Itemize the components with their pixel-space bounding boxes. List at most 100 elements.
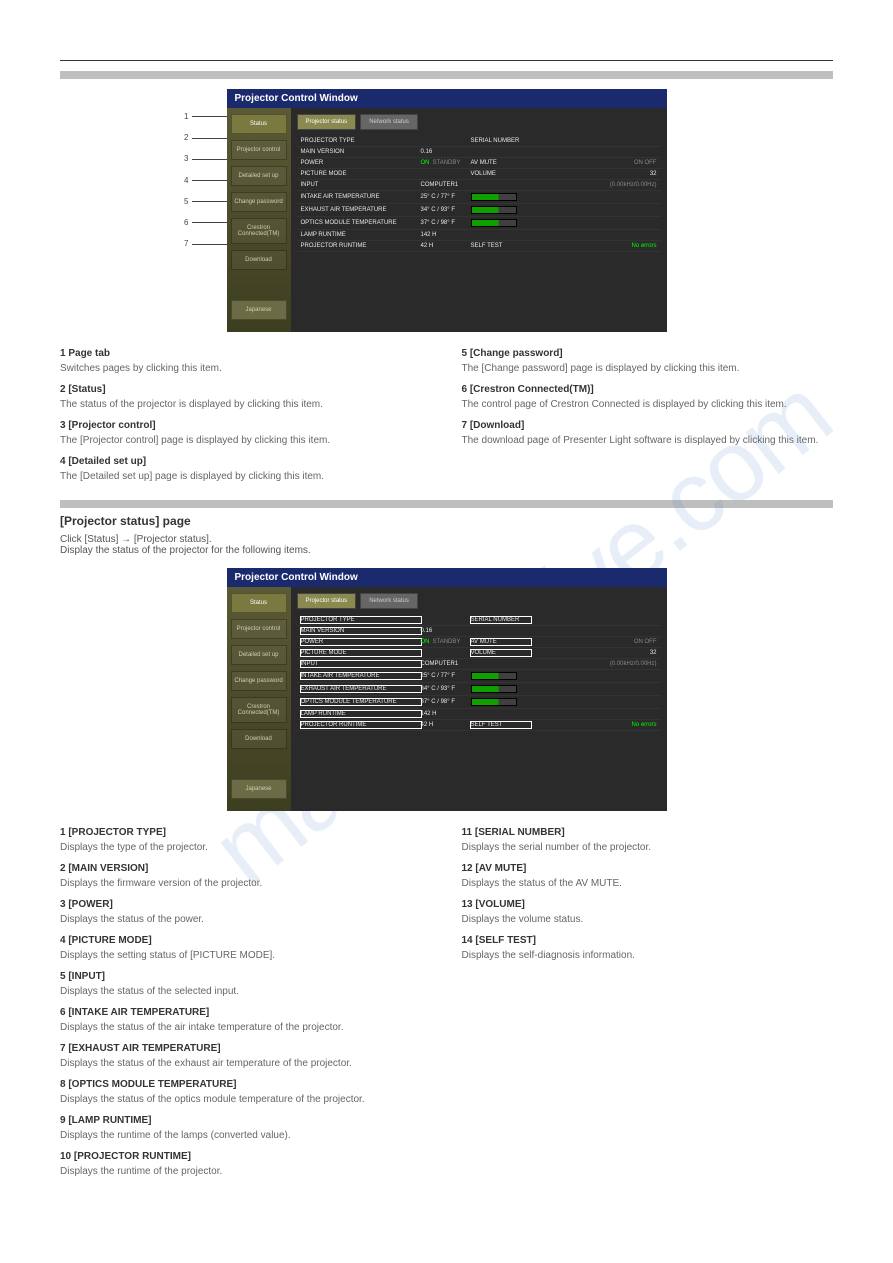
desc-item-12: 12 [AV MUTE]Displays the status of the A…	[462, 861, 834, 891]
picture-mode-label-2: PICTURE MODE	[301, 650, 421, 656]
tabs: Projector status Network status	[297, 114, 661, 130]
sidebar-item-language[interactable]: Japanese	[231, 300, 287, 320]
status-table: PROJECTOR TYPESERIAL NUMBER MAIN VERSION…	[297, 136, 661, 252]
callout-1: 1	[184, 111, 232, 122]
intake-temp-label-2: INTAKE AIR TEMPERATURE	[301, 673, 421, 679]
sidebar-2: Status Projector control Detailed set up…	[227, 587, 291, 811]
sidebar-item-projector-control-2[interactable]: Projector control	[231, 619, 287, 639]
desc-item-14: 14 [SELF TEST]Displays the self-diagnosi…	[462, 933, 834, 963]
projector-type-label-2: PROJECTOR TYPE	[301, 617, 421, 623]
desc-item-1: 1 [PROJECTOR TYPE]Displays the type of t…	[60, 825, 432, 855]
sidebar-item-language-2[interactable]: Japanese	[231, 779, 287, 799]
item-descriptions-2: 1 [PROJECTOR TYPE]Displays the type of t…	[60, 825, 833, 1185]
input-label-2: INPUT	[301, 661, 421, 667]
projector-control-window-1: Projector Control Window Status Projecto…	[227, 89, 667, 332]
main-version-label-2: MAIN VERSION	[301, 628, 421, 634]
desc-item-5: 5 [Change password]The [Change password]…	[462, 346, 834, 376]
section-greybar-1	[60, 71, 833, 79]
sidebar-item-detailed-setup[interactable]: Detailed set up	[231, 166, 287, 186]
desc-item-2: 2 [Status]The status of the projector is…	[60, 382, 432, 412]
desc-item-10: 10 [PROJECTOR RUNTIME]Displays the runti…	[60, 1149, 432, 1179]
main-version-value-2: 0.16	[421, 628, 471, 634]
serial-number-label-2: SERIAL NUMBER	[471, 617, 531, 623]
input-label: INPUT	[301, 182, 421, 188]
optics-temp-value: 37° C / 98° F	[421, 220, 471, 226]
figure-1-wrap: 1 2 3 4 5 6 7 Projector Control Window S…	[60, 89, 833, 332]
exhaust-bar	[471, 206, 517, 214]
avmute-label: AV MUTE	[471, 160, 531, 166]
volume-value-2: 32	[531, 650, 657, 656]
selftest-label: SELF TEST	[471, 243, 531, 249]
exhaust-temp-label: EXHAUST AIR TEMPERATURE	[301, 207, 421, 213]
window-titlebar-2: Projector Control Window	[227, 568, 667, 587]
main-panel-2: Projector status Network status PROJECTO…	[291, 587, 667, 811]
projector-runtime-label: PROJECTOR RUNTIME	[301, 243, 421, 249]
tab-network-status[interactable]: Network status	[360, 114, 418, 130]
input-freq: (0.00kHz/0.00Hz)	[471, 182, 657, 188]
desc-item-4: 4 [Detailed set up]The [Detailed set up]…	[60, 454, 432, 484]
callout-2: 2	[184, 132, 232, 143]
tab-projector-status[interactable]: Projector status	[297, 114, 357, 130]
section-2-body: Click [Status] → [Projector status]. Dis…	[60, 534, 833, 556]
avmute-label-2: AV MUTE	[471, 639, 531, 645]
projector-runtime-label-2: PROJECTOR RUNTIME	[301, 722, 421, 728]
sidebar-item-change-password[interactable]: Change password	[231, 192, 287, 212]
desc-item-3: 3 [POWER]Displays the status of the powe…	[60, 897, 432, 927]
callout-6: 6	[184, 217, 232, 228]
callout-7: 7	[184, 238, 232, 249]
callout-4: 4	[184, 175, 232, 186]
main-panel: Projector status Network status PROJECTO…	[291, 108, 667, 332]
header-rule	[60, 60, 833, 61]
optics-temp-label-2: OPTICS MODULE TEMPERATURE	[301, 699, 421, 705]
sidebar-item-crestron-2[interactable]: Crestron Connected(TM)	[231, 697, 287, 723]
picture-mode-label: PICTURE MODE	[301, 171, 421, 177]
lamp-runtime-label-2: LAMP RUNTIME	[301, 711, 421, 717]
power-label-2: POWER	[301, 639, 421, 645]
sidebar-item-download-2[interactable]: Download	[231, 729, 287, 749]
sidebar-item-detailed-setup-2[interactable]: Detailed set up	[231, 645, 287, 665]
window-titlebar: Projector Control Window	[227, 89, 667, 108]
intake-temp-value: 25° C / 77° F	[421, 194, 471, 200]
lamp-runtime-label: LAMP RUNTIME	[301, 232, 421, 238]
tab-network-status-2[interactable]: Network status	[360, 593, 418, 609]
desc-item-1: 1 Page tabSwitches pages by clicking thi…	[60, 346, 432, 376]
desc-item-5: 5 [INPUT]Displays the status of the sele…	[60, 969, 432, 999]
volume-label: VOLUME	[471, 171, 531, 177]
power-label: POWER	[301, 160, 421, 166]
sidebar-item-change-password-2[interactable]: Change password	[231, 671, 287, 691]
intake-temp-label: INTAKE AIR TEMPERATURE	[301, 194, 421, 200]
volume-value: 32	[531, 171, 657, 177]
sidebar: Status Projector control Detailed set up…	[227, 108, 291, 332]
desc-item-3: 3 [Projector control]The [Projector cont…	[60, 418, 432, 448]
input-value: COMPUTER1	[421, 182, 471, 188]
exhaust-temp-value: 34° C / 93° F	[421, 207, 471, 213]
main-version-value: 0.16	[421, 149, 471, 155]
projector-runtime-value: 42 H	[421, 243, 471, 249]
desc-item-13: 13 [VOLUME]Displays the volume status.	[462, 897, 834, 927]
tab-projector-status-2[interactable]: Projector status	[297, 593, 357, 609]
exhaust-temp-label-2: EXHAUST AIR TEMPERATURE	[301, 686, 421, 692]
desc-item-6: 6 [INTAKE AIR TEMPERATURE]Displays the s…	[60, 1005, 432, 1035]
optics-bar	[471, 219, 517, 227]
item-descriptions-1: 1 Page tabSwitches pages by clicking thi…	[60, 346, 833, 490]
selftest-label-2: SELF TEST	[471, 722, 531, 728]
callout-5: 5	[184, 196, 232, 207]
sidebar-item-download[interactable]: Download	[231, 250, 287, 270]
sidebar-item-status[interactable]: Status	[231, 114, 287, 134]
sidebar-item-status-2[interactable]: Status	[231, 593, 287, 613]
projector-type-label: PROJECTOR TYPE	[301, 138, 421, 144]
sidebar-item-crestron[interactable]: Crestron Connected(TM)	[231, 218, 287, 244]
power-on: ON	[421, 160, 430, 166]
desc-item-2: 2 [MAIN VERSION]Displays the firmware ve…	[60, 861, 432, 891]
avmute-off: OFF	[645, 160, 657, 166]
sidebar-item-projector-control[interactable]: Projector control	[231, 140, 287, 160]
serial-number-label: SERIAL NUMBER	[471, 138, 531, 144]
selftest-value: No errors	[531, 243, 657, 249]
section-2-title: [Projector status] page	[60, 514, 833, 528]
desc-item-9: 9 [LAMP RUNTIME]Displays the runtime of …	[60, 1113, 432, 1143]
desc-item-7: 7 [Download]The download page of Present…	[462, 418, 834, 448]
desc-item-4: 4 [PICTURE MODE]Displays the setting sta…	[60, 933, 432, 963]
desc-item-8: 8 [OPTICS MODULE TEMPERATURE]Displays th…	[60, 1077, 432, 1107]
projector-control-window-2: Projector Control Window Status Projecto…	[227, 568, 667, 811]
power-standby: STANDBY	[433, 160, 461, 166]
